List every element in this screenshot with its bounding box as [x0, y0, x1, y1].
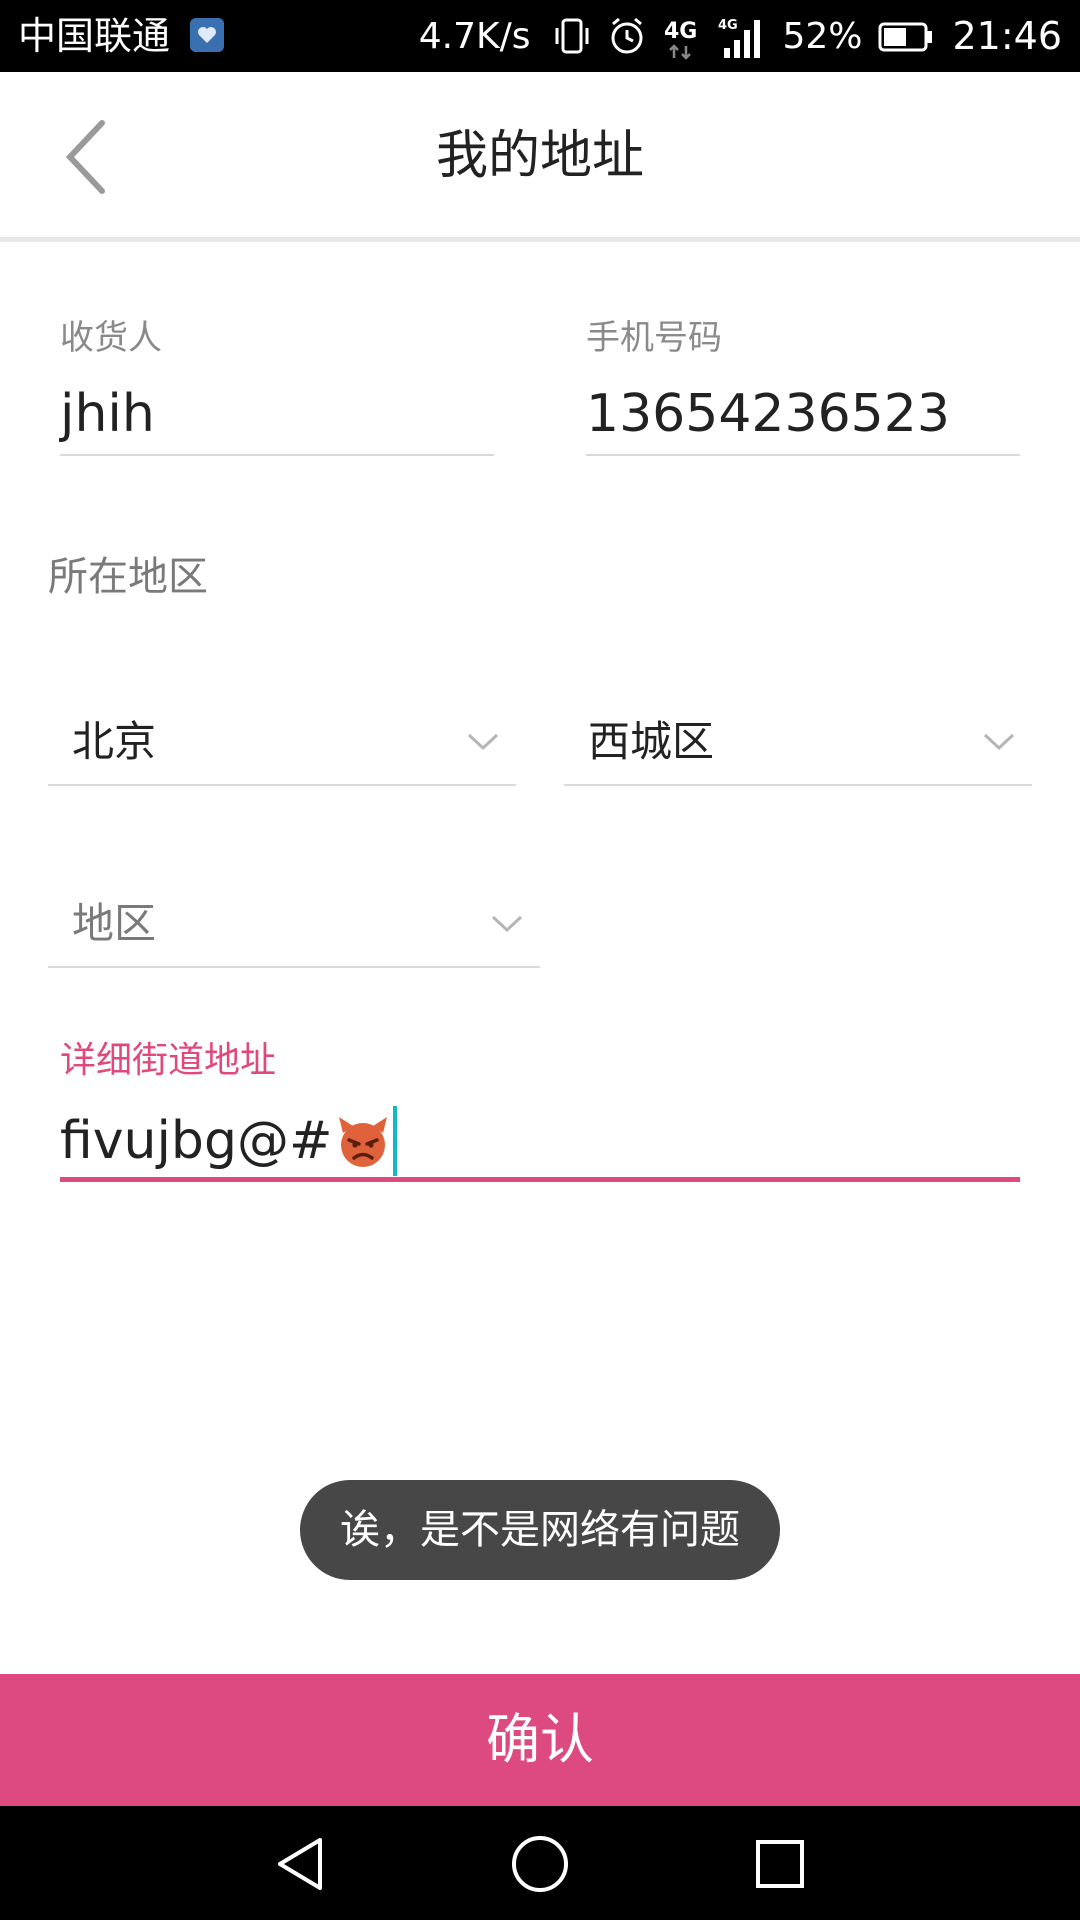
recents-square-icon[interactable] — [750, 1834, 810, 1894]
network-type-label-small: 4G — [718, 18, 738, 33]
network-speed: 4.7K/s — [418, 15, 531, 57]
status-icons: 4.7K/s 4G 4G 52% 21:46 — [419, 12, 1062, 60]
address-screen: 中国联通 4.7K/s 4G 4G 52% 21:46 我的地址 收货人 jhi… — [0, 0, 1080, 1920]
district-select[interactable]: 地区 — [48, 880, 540, 968]
home-circle-icon[interactable] — [510, 1834, 570, 1894]
network-type-label: 4G — [664, 19, 697, 44]
province-value: 北京 — [72, 717, 157, 766]
page-title: 我的地址 — [435, 126, 644, 186]
chevron-down-icon — [491, 915, 523, 933]
devil-emoji-icon — [338, 1117, 387, 1167]
status-bar: 中国联通 4.7K/s 4G 4G 52% 21:46 — [0, 0, 1080, 72]
health-app-icon — [190, 18, 224, 52]
network-4g-icon: 4G — [664, 16, 700, 60]
carrier-name: 中国联通 — [18, 14, 171, 58]
consignee-input[interactable]: jhih — [60, 382, 494, 456]
toast-message: 诶，是不是网络有问题 — [300, 1480, 780, 1580]
header: 我的地址 — [0, 72, 1080, 242]
signal-strength-icon: 4G — [718, 16, 764, 58]
street-address-content: fivujbg@# — [60, 1106, 397, 1176]
consignee-label: 收货人 — [60, 318, 162, 358]
street-address-input[interactable]: fivujbg@# — [60, 1100, 1020, 1182]
confirm-button[interactable]: 确认 — [0, 1674, 1080, 1806]
city-select[interactable]: 西城区 — [564, 698, 1032, 786]
navigation-bar — [0, 1806, 1080, 1920]
back-triangle-icon[interactable] — [270, 1834, 330, 1894]
street-address-label: 详细街道地址 — [60, 1040, 277, 1081]
battery-percent: 52% — [782, 15, 863, 57]
chevron-down-icon — [983, 733, 1015, 751]
vibrate-icon — [554, 16, 590, 56]
alarm-icon — [608, 16, 646, 56]
district-placeholder: 地区 — [72, 899, 157, 948]
clock: 21:46 — [952, 14, 1062, 58]
phone-input[interactable]: 13654236523 — [586, 382, 1020, 456]
region-label: 所在地区 — [48, 554, 208, 600]
phone-label: 手机号码 — [586, 318, 722, 358]
chevron-down-icon — [467, 733, 499, 751]
battery-icon — [878, 16, 934, 56]
street-address-value: fivujbg@# — [60, 1111, 333, 1171]
province-select[interactable]: 北京 — [48, 698, 516, 786]
city-value: 西城区 — [588, 717, 715, 766]
text-caret — [392, 1106, 397, 1176]
